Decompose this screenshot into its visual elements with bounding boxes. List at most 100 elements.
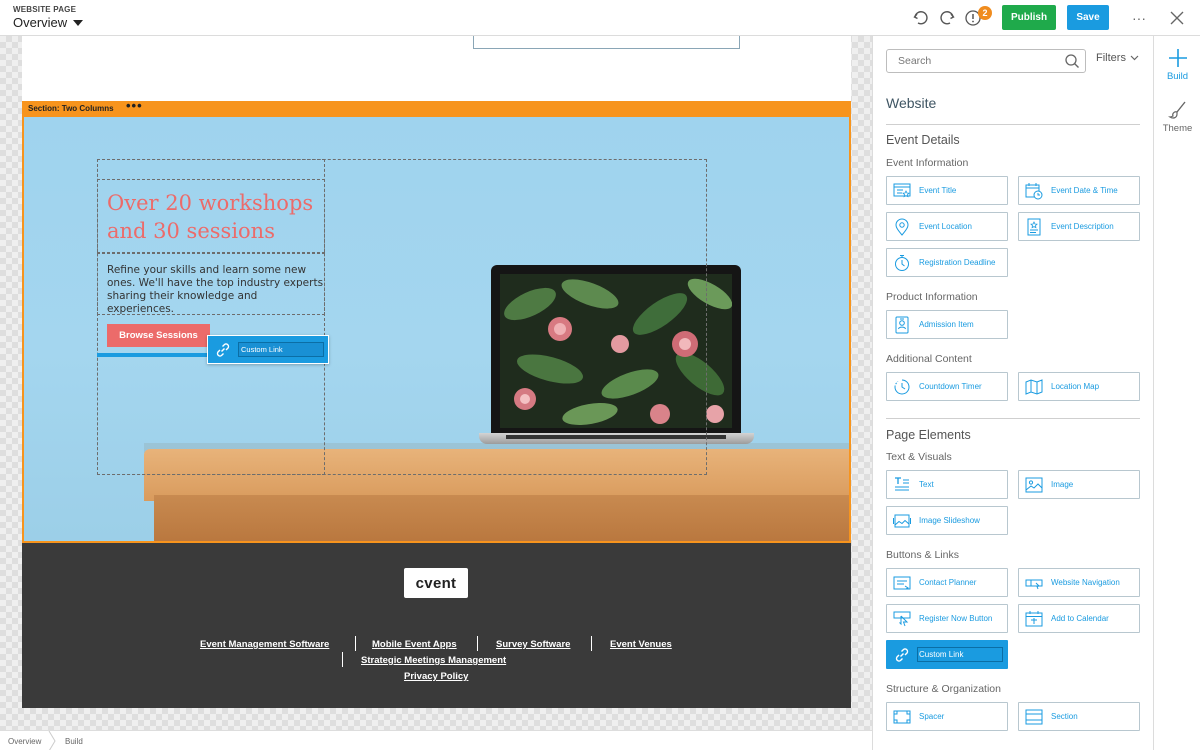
admission-badge-icon (895, 316, 909, 334)
close-button[interactable] (1167, 8, 1187, 28)
undo-icon (913, 11, 928, 25)
side-rail: Build Theme (1153, 36, 1200, 750)
hero-body-text[interactable]: Refine your skills and learn some new on… (107, 264, 327, 316)
section-menu-button[interactable]: ••• (126, 98, 143, 113)
browse-sessions-button[interactable]: Browse Sessions (107, 324, 210, 347)
filters-label: Filters (1096, 52, 1126, 64)
breadcrumb-overview[interactable]: Overview (8, 737, 41, 746)
footer-separator (477, 636, 478, 651)
tile-location-map[interactable]: Location Map (1018, 372, 1140, 401)
text-icon (895, 477, 909, 491)
footer-link-mobile-event-apps[interactable]: Mobile Event Apps (372, 639, 457, 650)
search-input[interactable] (887, 50, 1059, 72)
add-calendar-icon (1025, 611, 1043, 627)
rail-build[interactable]: Build (1154, 48, 1200, 82)
breadcrumb-build[interactable]: Build (65, 737, 83, 746)
contact-planner-icon (893, 576, 911, 590)
dragging-custom-link[interactable]: Custom Link (207, 335, 329, 364)
redo-button[interactable] (937, 8, 957, 28)
page-selector[interactable]: Overview (13, 15, 84, 30)
search-icon[interactable] (1064, 53, 1080, 69)
tile-event-title[interactable]: Event Title (886, 176, 1008, 205)
close-icon (1170, 11, 1184, 25)
plus-icon (1168, 49, 1187, 67)
tile-label: Custom Link (919, 650, 964, 659)
subgroup-title-additional-content: Additional Content (886, 353, 972, 365)
section-label: Section: Two Columns (28, 104, 114, 113)
undo-button[interactable] (911, 8, 931, 28)
subgroup-title-text-visuals: Text & Visuals (886, 451, 952, 463)
cvent-logo[interactable]: cvent (404, 568, 468, 598)
search-box (886, 49, 1086, 73)
chevron-down-icon (1130, 55, 1139, 61)
group-title-page-elements: Page Elements (886, 428, 971, 442)
tile-label: Contact Planner (919, 578, 977, 587)
tile-event-description[interactable]: Event Description (1018, 212, 1140, 241)
tile-contact-planner[interactable]: Contact Planner (886, 568, 1008, 597)
calendar-clock-icon (1025, 183, 1043, 200)
tile-countdown-timer[interactable]: Countdown Timer (886, 372, 1008, 401)
tile-label: Text (919, 480, 934, 489)
subgroup-title-product-information: Product Information (886, 291, 978, 303)
previous-element-outline[interactable] (473, 36, 740, 49)
tile-spacer[interactable]: Spacer (886, 702, 1008, 731)
link-icon (895, 648, 909, 662)
tile-label: Admission Item (919, 320, 974, 329)
image-icon (1025, 477, 1043, 493)
tile-label: Image (1051, 480, 1074, 489)
stopwatch-icon (895, 255, 909, 271)
two-column-section[interactable]: Over 20 workshops and 30 sessions Refine… (22, 117, 851, 543)
tile-register-now-button[interactable]: Register Now Button (886, 604, 1008, 633)
publish-button[interactable]: Publish (1002, 5, 1056, 30)
link-icon (216, 343, 230, 357)
tile-label: Section (1051, 712, 1078, 721)
hero-heading[interactable]: Over 20 workshops and 30 sessions (107, 189, 322, 245)
tile-event-location[interactable]: Event Location (886, 212, 1008, 241)
spacer-icon (893, 710, 911, 724)
footer-link-privacy-policy[interactable]: Privacy Policy (404, 671, 468, 682)
tile-label: Image Slideshow (919, 516, 980, 525)
tile-add-to-calendar[interactable]: Add to Calendar (1018, 604, 1140, 633)
footer-link-event-venues[interactable]: Event Venues (610, 639, 672, 650)
countdown-timer-icon (894, 379, 910, 395)
tile-custom-link[interactable]: Custom Link (886, 640, 1008, 669)
divider (886, 418, 1140, 419)
footer-link-event-management-software[interactable]: Event Management Software (200, 639, 329, 650)
tile-event-date-time[interactable]: Event Date & Time (1018, 176, 1140, 205)
tile-label: Event Description (1051, 222, 1114, 231)
more-options-button[interactable]: ··· (1129, 8, 1149, 28)
tile-label: Website Navigation (1051, 578, 1120, 587)
divider (886, 124, 1140, 125)
tile-label: Add to Calendar (1051, 614, 1109, 623)
tile-image-slideshow[interactable]: Image Slideshow (886, 506, 1008, 535)
subgroup-title-buttons-links: Buttons & Links (886, 549, 959, 561)
event-title-icon (893, 183, 911, 198)
footer-link-strategic-meetings-management[interactable]: Strategic Meetings Management (361, 655, 506, 666)
top-bar: WEBSITE PAGE Overview 2 Publish Save ··· (0, 0, 1200, 36)
breadcrumb: Overview Build (0, 730, 872, 750)
tile-admission-item[interactable]: Admission Item (886, 310, 1008, 339)
tile-website-navigation[interactable]: Website Navigation (1018, 568, 1140, 597)
tile-section[interactable]: Section (1018, 702, 1140, 731)
breadcrumb-chevron-icon (48, 731, 56, 750)
tile-text[interactable]: Text (886, 470, 1008, 499)
tile-label: Register Now Button (919, 614, 993, 623)
save-button[interactable]: Save (1067, 5, 1109, 30)
tile-label: Spacer (919, 712, 945, 721)
page-footer[interactable]: cvent Event Management Software Mobile E… (22, 543, 851, 708)
page-canvas[interactable]: Section: Two Columns ••• Over 20 worksho… (0, 36, 872, 730)
image-slideshow-icon (893, 514, 911, 528)
dragging-custom-link-label: Custom Link (238, 342, 324, 357)
group-title-event-details: Event Details (886, 133, 960, 147)
tile-registration-deadline[interactable]: Registration Deadline (886, 248, 1008, 277)
footer-link-survey-software[interactable]: Survey Software (496, 639, 570, 650)
navigation-icon (1025, 579, 1043, 590)
section-toolbar[interactable]: Section: Two Columns ••• (22, 98, 851, 117)
footer-separator (342, 652, 343, 667)
footer-separator (591, 636, 592, 651)
location-pin-icon (895, 218, 909, 236)
filters-dropdown[interactable]: Filters (1096, 52, 1139, 64)
tile-image[interactable]: Image (1018, 470, 1140, 499)
rail-theme[interactable]: Theme (1154, 100, 1200, 134)
tile-label: Event Date & Time (1051, 186, 1118, 195)
